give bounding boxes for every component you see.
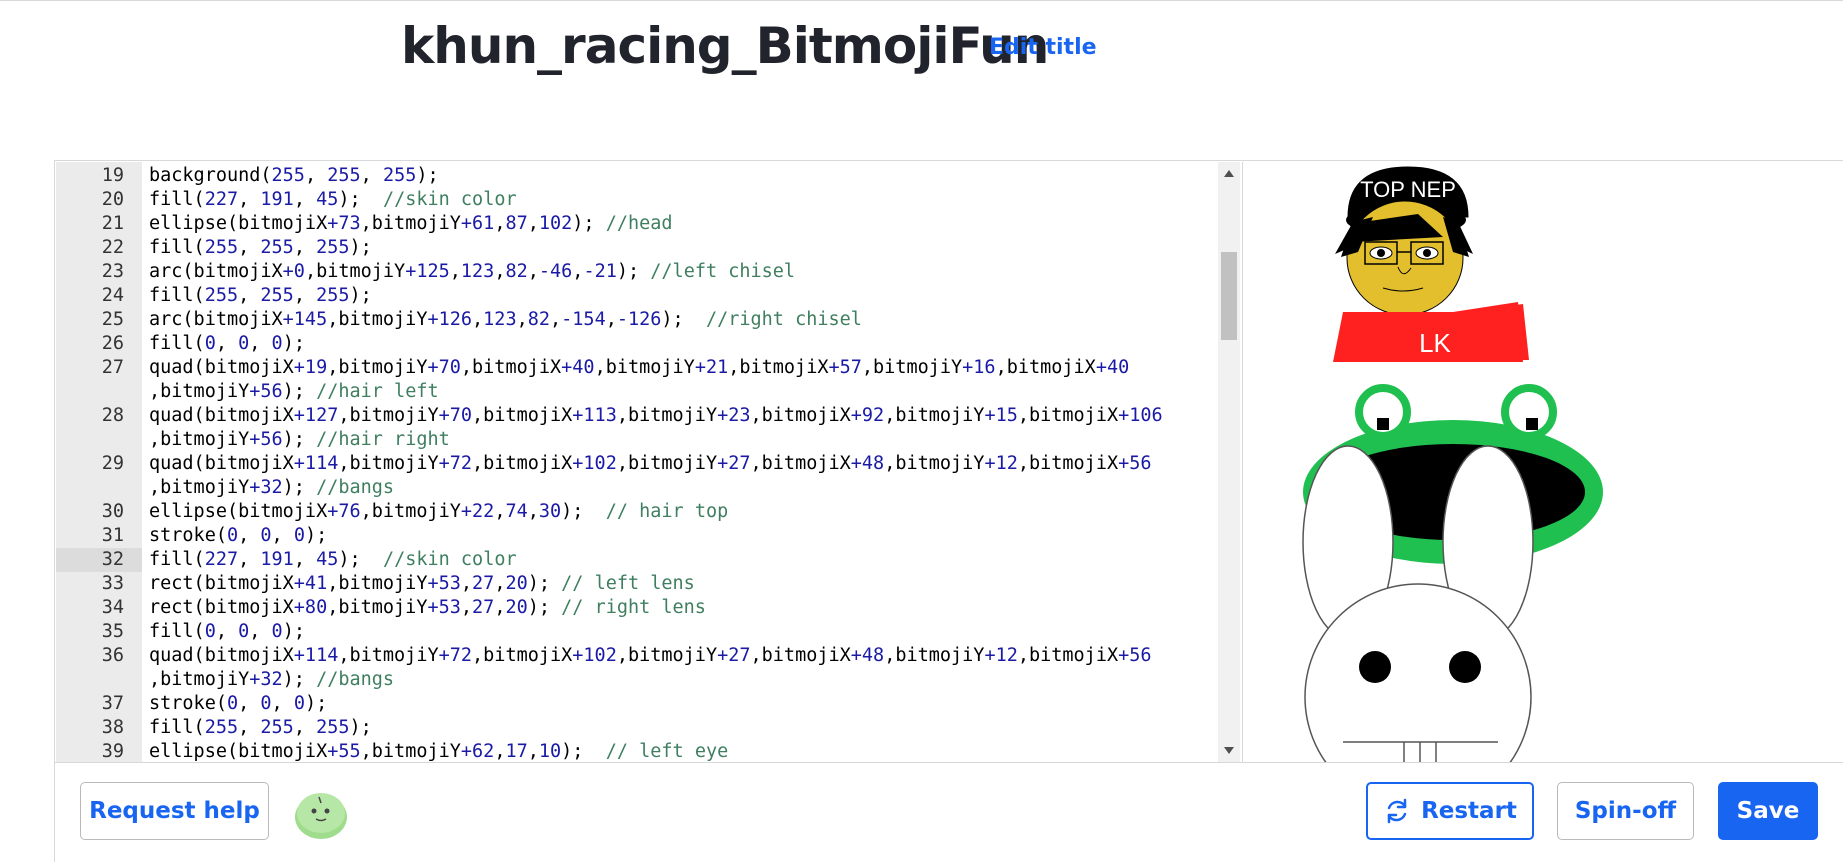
- scrollbar-thumb[interactable]: [1221, 252, 1237, 340]
- line-number: 20: [101, 189, 124, 210]
- restart-icon: [1387, 798, 1407, 824]
- code-text[interactable]: fill(0, 0, 0);: [149, 332, 305, 356]
- line-number: 38: [101, 717, 124, 738]
- line-number: [56, 380, 142, 404]
- line-number: 21: [101, 213, 124, 234]
- shirt-label: LK: [1419, 328, 1451, 358]
- code-text[interactable]: ellipse(bitmojiX+73,bitmojiY+61,87,102);…: [149, 212, 673, 236]
- code-text[interactable]: ,bitmojiY+32); //bangs: [149, 668, 394, 692]
- code-text[interactable]: fill(0, 0, 0);: [149, 620, 305, 644]
- scroll-down-arrow-icon[interactable]: [1224, 747, 1234, 754]
- avatar: [295, 793, 347, 839]
- code-text[interactable]: ,bitmojiY+56); //hair right: [149, 428, 450, 452]
- line-number: 30: [101, 501, 124, 522]
- code-text[interactable]: arc(bitmojiX+145,bitmojiY+126,123,82,-15…: [149, 308, 862, 332]
- code-text[interactable]: ellipse(bitmojiX+76,bitmojiY+22,74,30); …: [149, 500, 728, 524]
- code-text[interactable]: quad(bitmojiX+114,bitmojiY+72,bitmojiX+1…: [149, 644, 1152, 668]
- code-text[interactable]: quad(bitmojiX+127,bitmojiY+70,bitmojiX+1…: [149, 404, 1163, 428]
- line-number: 32: [56, 548, 142, 572]
- code-text[interactable]: ,bitmojiY+32); //bangs: [149, 476, 394, 500]
- line-number: 31: [101, 525, 124, 546]
- code-text[interactable]: rect(bitmojiX+80,bitmojiY+53,27,20); // …: [149, 596, 706, 620]
- line-number: 39: [101, 741, 124, 762]
- code-text[interactable]: fill(227, 191, 45); //skin color: [149, 548, 517, 572]
- line-number: 36: [101, 645, 124, 666]
- code-text[interactable]: fill(255, 255, 255);: [149, 236, 372, 260]
- code-text[interactable]: arc(bitmojiX+0,bitmojiY+125,123,82,-46,-…: [149, 260, 795, 284]
- line-number: 24: [101, 285, 124, 306]
- edit-title-link[interactable]: Edit title: [989, 33, 1097, 63]
- line-number: 25: [101, 309, 124, 330]
- hat-label: TOP NEP: [1360, 177, 1456, 202]
- restart-button[interactable]: Restart: [1366, 782, 1534, 840]
- code-text[interactable]: fill(227, 191, 45); //skin color: [149, 188, 517, 212]
- code-editor[interactable]: 19 background(255, 255, 255); 20 fill(227, …: [56, 162, 1241, 762]
- top-divider: [0, 0, 1843, 1]
- bitmoji-drawing: TOP NEP LK: [1302, 166, 1603, 762]
- line-number: 34: [101, 597, 124, 618]
- code-text[interactable]: fill(255, 255, 255);: [149, 716, 372, 740]
- code-text[interactable]: stroke(0, 0, 0);: [149, 692, 327, 716]
- line-number: [56, 428, 142, 452]
- restart-label: Restart: [1421, 798, 1517, 824]
- line-number: 23: [101, 261, 124, 282]
- code-text[interactable]: ,bitmojiY+56); //hair left: [149, 380, 439, 404]
- code-text[interactable]: ellipse(bitmojiX+55,bitmojiY+62,17,10); …: [149, 740, 728, 762]
- scroll-up-arrow-icon[interactable]: [1224, 170, 1234, 177]
- line-number: [56, 476, 142, 500]
- line-number: 28: [101, 405, 124, 426]
- spin-off-button[interactable]: Spin-off: [1557, 782, 1694, 840]
- code-text[interactable]: fill(255, 255, 255);: [149, 284, 372, 308]
- save-button[interactable]: Save: [1718, 782, 1818, 840]
- line-number: 37: [101, 693, 124, 714]
- code-text[interactable]: background(255, 255, 255);: [149, 164, 439, 188]
- request-help-button[interactable]: Request help: [80, 782, 269, 840]
- line-number: [56, 668, 142, 692]
- code-text[interactable]: quad(bitmojiX+114,bitmojiY+72,bitmojiX+1…: [149, 452, 1152, 476]
- line-number: 27: [101, 357, 124, 378]
- line-number: 35: [101, 621, 124, 642]
- page-title: khun_racing_BitmojiFun: [401, 17, 1049, 75]
- code-text[interactable]: quad(bitmojiX+19,bitmojiY+70,bitmojiX+40…: [149, 356, 1129, 380]
- workspace: 19 background(255, 255, 255); 20 fill(227, …: [54, 160, 1843, 862]
- line-number: 33: [101, 573, 124, 594]
- output-canvas[interactable]: TOP NEP LK: [1242, 162, 1843, 762]
- editor-scrollbar[interactable]: [1218, 162, 1240, 762]
- line-number: 22: [101, 237, 124, 258]
- line-number: 29: [101, 453, 124, 474]
- code-text[interactable]: stroke(0, 0, 0);: [149, 524, 327, 548]
- code-text[interactable]: rect(bitmojiX+41,bitmojiY+53,27,20); // …: [149, 572, 695, 596]
- line-number: 19: [101, 165, 124, 186]
- footer-toolbar: Request help Restart Spin-off Save: [55, 762, 1843, 862]
- line-number: 26: [101, 333, 124, 354]
